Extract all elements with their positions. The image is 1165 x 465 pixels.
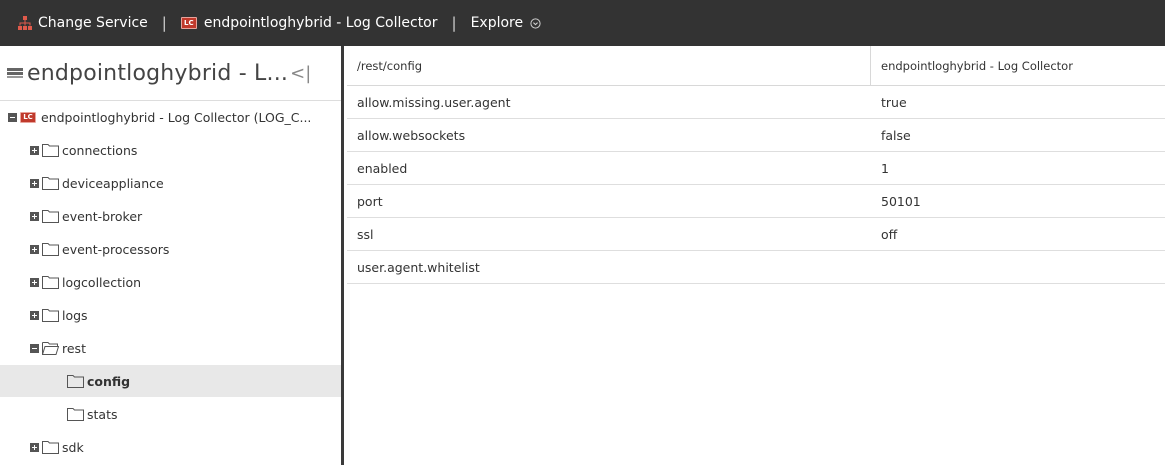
folder-icon xyxy=(42,276,59,289)
tree-item-label: sdk xyxy=(62,439,84,455)
config-value[interactable] xyxy=(871,251,1165,283)
lc-badge-icon: LC xyxy=(20,111,36,123)
tree-panel-header: endpointloghybrid - L... <| xyxy=(0,46,341,101)
folder-icon xyxy=(42,144,59,157)
tree-item-connections[interactable]: connections xyxy=(0,134,341,166)
tree-item-rest[interactable]: rest xyxy=(0,332,341,364)
folder-icon xyxy=(42,210,59,223)
tree-item-event-broker[interactable]: event-broker xyxy=(0,200,341,232)
folder-icon xyxy=(42,243,59,256)
config-value[interactable]: true xyxy=(871,86,1165,118)
tree-panel-title: endpointloghybrid - L... xyxy=(27,60,289,86)
collapse-toggle-icon[interactable] xyxy=(30,343,39,353)
table-row[interactable]: allow.websockets false xyxy=(347,119,1165,152)
toolbar-separator: | xyxy=(451,14,457,32)
tree-item-label: event-processors xyxy=(62,241,170,257)
config-value[interactable]: 1 xyxy=(871,152,1165,184)
tree-item-deviceappliance[interactable]: deviceappliance xyxy=(0,167,341,199)
collapse-panel-icon[interactable]: <| xyxy=(290,63,311,84)
explore-menu[interactable]: Explore xyxy=(471,0,542,46)
service-name: endpointloghybrid - Log Collector xyxy=(203,15,438,31)
expand-toggle-icon[interactable] xyxy=(30,178,39,188)
collapse-toggle-icon[interactable] xyxy=(8,112,17,122)
column-header-service[interactable]: endpointloghybrid - Log Collector xyxy=(871,46,1165,85)
tree-item-label: connections xyxy=(62,142,138,158)
tree-item-config[interactable]: config xyxy=(0,365,341,397)
tree-item-event-processors[interactable]: event-processors xyxy=(0,233,341,265)
folder-icon xyxy=(67,408,84,421)
explore-label: Explore xyxy=(470,15,524,31)
expand-toggle-icon[interactable] xyxy=(30,442,39,452)
tree-item-label: event-broker xyxy=(62,208,143,224)
tree-item-logcollection[interactable]: logcollection xyxy=(0,266,341,298)
folder-icon xyxy=(42,309,59,322)
config-value[interactable]: off xyxy=(871,218,1165,250)
tree-item-label: deviceappliance xyxy=(62,175,164,191)
tree-item-label: logs xyxy=(62,307,88,323)
expand-toggle-icon[interactable] xyxy=(30,145,39,155)
table-row[interactable]: ssl off xyxy=(347,218,1165,251)
tree-item-root[interactable]: LC endpointloghybrid - Log Collector (LO… xyxy=(0,101,341,133)
tree-item-label: logcollection xyxy=(62,274,142,290)
folder-icon xyxy=(42,177,59,190)
table-row[interactable]: allow.missing.user.agent true xyxy=(347,86,1165,119)
tree-item-label: stats xyxy=(87,406,118,422)
table-row[interactable]: enabled 1 xyxy=(347,152,1165,185)
table-row[interactable]: port 50101 xyxy=(347,185,1165,218)
tree-item-stats[interactable]: stats xyxy=(0,398,341,430)
tree-item-sdk[interactable]: sdk xyxy=(0,431,341,463)
tree-item-label: endpointloghybrid - Log Collector (LOG_C… xyxy=(41,109,312,125)
config-key: port xyxy=(357,193,383,209)
column-header-path[interactable]: /rest/config xyxy=(347,46,871,85)
change-service-button[interactable]: Change Service xyxy=(0,0,148,46)
table-header: /rest/config endpointloghybrid - Log Col… xyxy=(347,46,1165,86)
explore-tree-panel: endpointloghybrid - L... <| LC endpointl… xyxy=(0,46,344,465)
expand-toggle-icon[interactable] xyxy=(30,211,39,221)
expand-toggle-icon[interactable] xyxy=(30,310,39,320)
config-value[interactable]: 50101 xyxy=(871,185,1165,217)
lc-badge-icon: LC xyxy=(180,17,197,29)
config-key: allow.missing.user.agent xyxy=(357,94,511,110)
network-icon xyxy=(18,16,32,30)
expand-toggle-icon[interactable] xyxy=(30,277,39,287)
config-key: enabled xyxy=(357,160,408,176)
expand-toggle-icon[interactable] xyxy=(30,244,39,254)
config-key: allow.websockets xyxy=(357,127,466,143)
config-key: user.agent.whitelist xyxy=(357,259,480,275)
config-key: ssl xyxy=(357,226,374,242)
current-service: LC endpointloghybrid - Log Collector xyxy=(180,0,438,46)
server-icon xyxy=(7,68,23,78)
table-row[interactable]: user.agent.whitelist xyxy=(347,251,1165,284)
config-table: /rest/config endpointloghybrid - Log Col… xyxy=(347,46,1165,465)
tree-item-label: rest xyxy=(62,340,86,356)
toolbar-separator: | xyxy=(161,14,167,32)
tree-item-label: config xyxy=(87,373,131,389)
folder-open-icon xyxy=(42,342,59,355)
folder-icon xyxy=(67,375,84,388)
folder-icon xyxy=(42,441,59,454)
chevron-down-circle-icon xyxy=(530,17,541,29)
tree-item-logs[interactable]: logs xyxy=(0,299,341,331)
config-value[interactable]: false xyxy=(871,119,1165,151)
top-toolbar: Change Service | LC endpointloghybrid - … xyxy=(0,0,1165,46)
change-service-label: Change Service xyxy=(38,15,148,31)
